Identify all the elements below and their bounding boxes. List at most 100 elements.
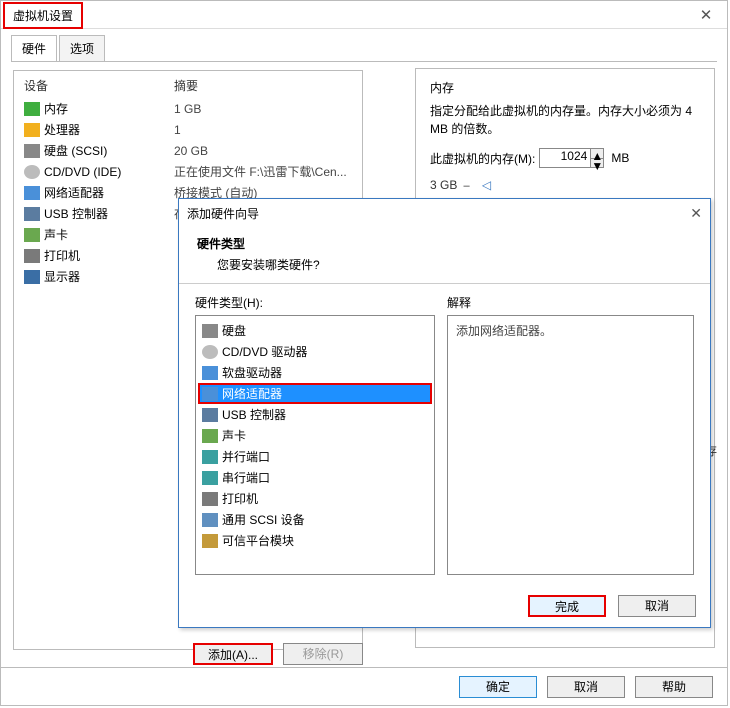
- col-summary: 摘要: [174, 77, 198, 94]
- wizard-close-icon[interactable]: ✕: [690, 205, 702, 222]
- tab-hardware[interactable]: 硬件: [11, 35, 57, 61]
- dialog-title: 虚拟机设置: [3, 2, 83, 29]
- hw-type-icon: [202, 492, 218, 506]
- hw-icon: [24, 207, 40, 221]
- hw-header: 设备 摘要: [18, 77, 358, 94]
- hw-icon: [24, 249, 40, 263]
- hw-icon: [24, 228, 40, 242]
- tab-options[interactable]: 选项: [59, 35, 105, 61]
- hw-type-label: 串行端口: [222, 469, 270, 486]
- wizard-title: 添加硬件向导: [187, 205, 259, 222]
- hw-row[interactable]: 内存 1 GB: [18, 98, 358, 119]
- hw-row[interactable]: 硬盘 (SCSI) 20 GB: [18, 140, 358, 161]
- hardware-type-item[interactable]: 可信平台模块: [198, 530, 432, 551]
- hardware-type-item[interactable]: 串行端口: [198, 467, 432, 488]
- hw-type-label: 并行端口: [222, 448, 270, 465]
- wizard-subheading: 您要安装哪类硬件?: [197, 256, 692, 273]
- wizard-footer: 完成 取消: [528, 595, 696, 617]
- hw-type-icon: [202, 534, 218, 548]
- hw-type-icon: [202, 450, 218, 464]
- wizard-desc-box: 添加网络适配器。: [447, 315, 694, 575]
- hw-name: 网络适配器: [44, 184, 174, 201]
- hw-type-label: 硬盘: [222, 322, 246, 339]
- hw-summary: 1 GB: [174, 102, 201, 116]
- hw-name: 打印机: [44, 247, 174, 264]
- hardware-type-item[interactable]: 通用 SCSI 设备: [198, 509, 432, 530]
- hw-icon: [24, 270, 40, 284]
- titlebar: 虚拟机设置 ✕: [1, 1, 727, 29]
- help-button[interactable]: 帮助: [635, 676, 713, 698]
- hw-name: 声卡: [44, 226, 174, 243]
- cancel-button[interactable]: 取消: [547, 676, 625, 698]
- finish-button[interactable]: 完成: [528, 595, 606, 617]
- hardware-type-item[interactable]: 网络适配器: [198, 383, 432, 404]
- hw-type-icon: [202, 408, 218, 422]
- ok-button[interactable]: 确定: [459, 676, 537, 698]
- hardware-type-item[interactable]: 硬盘: [198, 320, 432, 341]
- hardware-type-item[interactable]: 声卡: [198, 425, 432, 446]
- hw-type-label: 声卡: [222, 427, 246, 444]
- hw-type-icon: [202, 324, 218, 338]
- hw-summary: 20 GB: [174, 144, 208, 158]
- col-device: 设备: [24, 77, 174, 94]
- hardware-type-item[interactable]: 软盘驱动器: [198, 362, 432, 383]
- wizard-desc-label: 解释: [447, 294, 694, 311]
- hw-name: 硬盘 (SCSI): [44, 142, 174, 159]
- tabs: 硬件 选项: [11, 35, 717, 62]
- memory-heading: 内存: [430, 79, 700, 96]
- wizard-heading: 硬件类型: [197, 235, 692, 252]
- spin-buttons[interactable]: ▲▼: [590, 148, 604, 168]
- hw-type-icon: [202, 513, 218, 527]
- wizard-titlebar: 添加硬件向导 ✕: [179, 199, 710, 227]
- hw-icon: [24, 102, 40, 116]
- wizard-list-column: 硬件类型(H): 硬盘 CD/DVD 驱动器 软盘驱动器 网络适配器 USB 控…: [195, 294, 435, 575]
- hw-name: USB 控制器: [44, 205, 174, 222]
- hw-row[interactable]: CD/DVD (IDE) 正在使用文件 F:\迅雷下载\Cen...: [18, 161, 358, 182]
- hw-name: 显示器: [44, 268, 174, 285]
- hw-name: 内存: [44, 100, 174, 117]
- hw-type-label: 网络适配器: [222, 385, 282, 402]
- hw-name: CD/DVD (IDE): [44, 165, 174, 179]
- add-remove-bar: 添加(A)... 移除(R): [193, 643, 363, 665]
- memory-label: 此虚拟机的内存(M):: [430, 150, 535, 167]
- wizard-desc-column: 解释 添加网络适配器。: [447, 294, 694, 575]
- hardware-type-item[interactable]: 并行端口: [198, 446, 432, 467]
- remove-button: 移除(R): [283, 643, 363, 665]
- memory-slider[interactable]: 3 GB – ◁: [430, 178, 700, 192]
- add-hardware-wizard: 添加硬件向导 ✕ 硬件类型 您要安装哪类硬件? 硬件类型(H): 硬盘 CD/D…: [178, 198, 711, 628]
- hw-type-label: 打印机: [222, 490, 258, 507]
- hw-summary: 1: [174, 123, 181, 137]
- hw-icon: [24, 186, 40, 200]
- hw-type-icon: [202, 345, 218, 359]
- wizard-body: 硬件类型(H): 硬盘 CD/DVD 驱动器 软盘驱动器 网络适配器 USB 控…: [179, 284, 710, 585]
- bottom-bar: 确定 取消 帮助: [1, 667, 727, 705]
- hw-type-icon: [202, 429, 218, 443]
- hw-icon: [24, 123, 40, 137]
- hw-row[interactable]: 处理器 1: [18, 119, 358, 140]
- hw-icon: [24, 144, 40, 158]
- hw-summary: 正在使用文件 F:\迅雷下载\Cen...: [174, 163, 347, 180]
- add-button[interactable]: 添加(A)...: [193, 643, 273, 665]
- hw-type-icon: [202, 366, 218, 380]
- memory-input[interactable]: 1024 ▲▼: [539, 148, 591, 168]
- hw-type-label: 通用 SCSI 设备: [222, 511, 305, 528]
- close-icon[interactable]: ✕: [685, 6, 727, 24]
- hw-type-label: CD/DVD 驱动器: [222, 343, 307, 360]
- hw-type-label: 可信平台模块: [222, 532, 294, 549]
- wizard-list-label: 硬件类型(H):: [195, 294, 435, 311]
- memory-line: 此虚拟机的内存(M): 1024 ▲▼ MB: [430, 148, 700, 168]
- memory-description: 指定分配给此虚拟机的内存量。内存大小必须为 4 MB 的倍数。: [430, 102, 700, 138]
- wizard-cancel-button[interactable]: 取消: [618, 595, 696, 617]
- hw-type-icon: [202, 471, 218, 485]
- hw-icon: [24, 165, 40, 179]
- hw-name: 处理器: [44, 121, 174, 138]
- hw-type-label: USB 控制器: [222, 406, 286, 423]
- wizard-header: 硬件类型 您要安装哪类硬件?: [179, 227, 710, 284]
- hw-type-label: 软盘驱动器: [222, 364, 282, 381]
- memory-unit: MB: [611, 151, 629, 165]
- hardware-type-item[interactable]: 打印机: [198, 488, 432, 509]
- hardware-type-list[interactable]: 硬盘 CD/DVD 驱动器 软盘驱动器 网络适配器 USB 控制器 声卡 并行端…: [195, 315, 435, 575]
- hardware-type-item[interactable]: USB 控制器: [198, 404, 432, 425]
- hw-type-icon: [202, 387, 218, 401]
- hardware-type-item[interactable]: CD/DVD 驱动器: [198, 341, 432, 362]
